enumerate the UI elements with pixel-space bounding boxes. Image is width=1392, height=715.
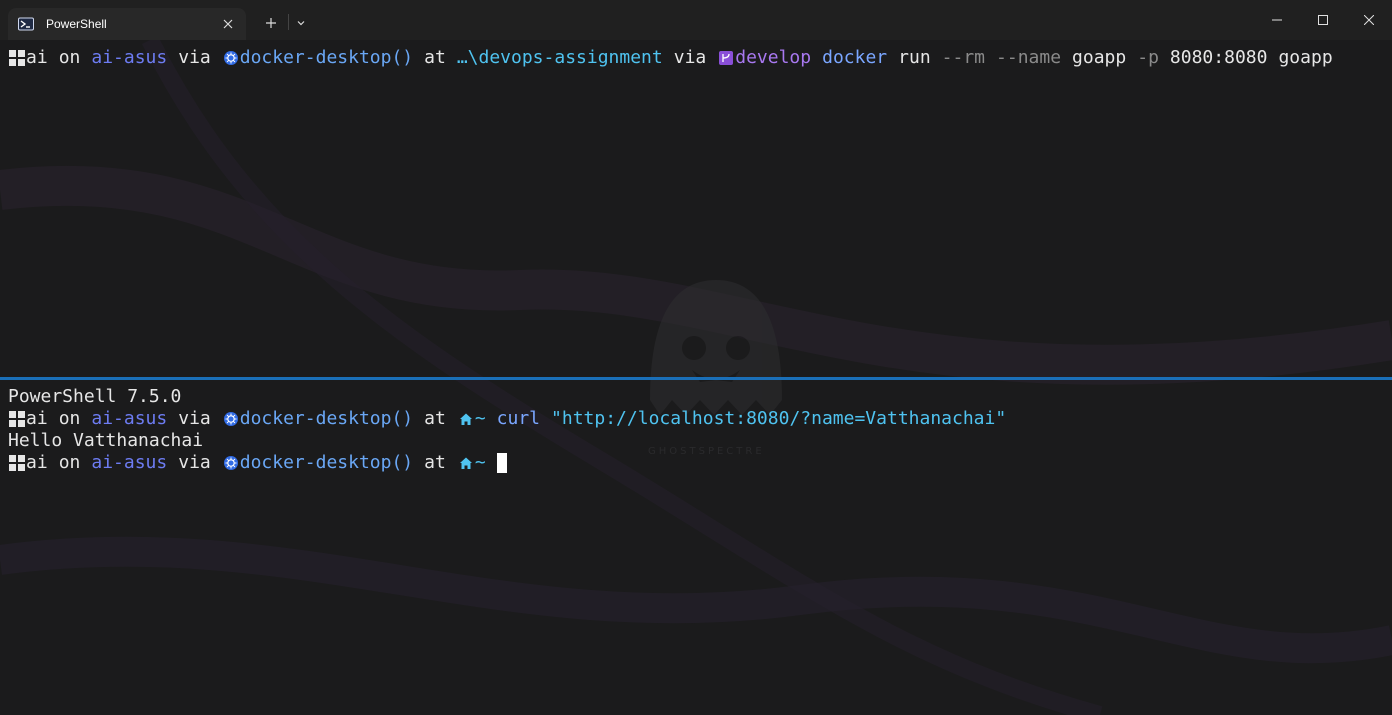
kubernetes-icon (222, 47, 240, 69)
prompt-context: docker-desktop() (239, 408, 414, 429)
prompt-context: docker-desktop() (239, 452, 414, 473)
prompt-line: ai on ai-asus via docker-desktop() at ~ (8, 452, 1392, 474)
prompt-user: ai (26, 47, 48, 68)
window-close-button[interactable] (1346, 0, 1392, 40)
output-line: Hello Vatthanachai (8, 430, 1392, 452)
close-icon (1364, 15, 1374, 25)
command-output: Hello Vatthanachai (8, 430, 204, 451)
prompt-user: ai (26, 408, 48, 429)
powershell-icon (18, 16, 34, 32)
maximize-button[interactable] (1300, 0, 1346, 40)
home-icon (457, 452, 475, 474)
command-arg: "http://localhost:8080/?name=Vatthanacha… (551, 408, 1007, 429)
prompt-host: ai-asus (91, 452, 168, 473)
new-tab-button[interactable] (262, 14, 280, 32)
title-bar: PowerShell (0, 0, 1392, 40)
prompt-via: via (178, 408, 211, 429)
windows-icon (8, 408, 26, 430)
plus-icon (266, 18, 276, 28)
git-branch-icon (717, 47, 735, 69)
command-flag: --rm (941, 47, 986, 68)
prompt-at: at (424, 47, 446, 68)
prompt-user: ai (26, 452, 48, 473)
prompt-via-2: via (673, 47, 707, 68)
command-arg: goapp (1072, 47, 1127, 68)
windows-icon (8, 452, 26, 474)
prompt-at: at (424, 408, 446, 429)
terminal-pane-top[interactable]: ai on ai-asus via docker-desktop() at …\… (0, 40, 1392, 377)
tab-title: PowerShell (46, 17, 107, 31)
minimize-icon (1272, 19, 1282, 21)
windows-icon (8, 47, 26, 69)
prompt-branch: develop (735, 47, 812, 68)
kubernetes-icon (222, 408, 240, 430)
prompt-line: ai on ai-asus via docker-desktop() at …\… (8, 47, 1392, 69)
prompt-on: on (58, 452, 81, 473)
kubernetes-icon (222, 452, 240, 474)
prompt-via: via (178, 47, 211, 68)
prompt-on: on (58, 47, 81, 68)
terminal-pane-bottom[interactable]: PowerShell 7.5.0 ai on ai-asus via docke… (0, 380, 1392, 715)
maximize-icon (1318, 15, 1328, 25)
command-name: docker (822, 47, 888, 68)
command-arg: run (898, 47, 931, 68)
prompt-context: docker-desktop() (239, 47, 414, 68)
prompt-via: via (178, 452, 211, 473)
tab-separator (288, 14, 289, 30)
command-arg: 8080:8080 (1169, 47, 1268, 68)
prompt-line: ai on ai-asus via docker-desktop() at ~ … (8, 408, 1392, 430)
close-icon[interactable] (220, 16, 236, 32)
prompt-path: ~ (474, 452, 486, 473)
text-cursor[interactable] (496, 453, 507, 473)
prompt-path: ~ (474, 408, 486, 429)
command-arg: goapp (1278, 47, 1333, 68)
minimize-button[interactable] (1254, 0, 1300, 40)
command-name: curl (496, 408, 541, 429)
command-flag: --name (996, 47, 1062, 68)
prompt-on: on (58, 408, 81, 429)
command-flag: -p (1137, 47, 1159, 68)
prompt-host: ai-asus (91, 47, 168, 68)
powershell-version: PowerShell 7.5.0 (8, 386, 182, 407)
tab-powershell[interactable]: PowerShell (8, 8, 246, 40)
prompt-at: at (424, 452, 446, 473)
banner-line: PowerShell 7.5.0 (8, 386, 1392, 408)
prompt-path: …\devops-assignment (456, 47, 663, 68)
chevron-down-icon (297, 21, 305, 26)
dropdown-button[interactable] (293, 15, 309, 31)
home-icon (457, 408, 475, 430)
prompt-host: ai-asus (91, 408, 168, 429)
